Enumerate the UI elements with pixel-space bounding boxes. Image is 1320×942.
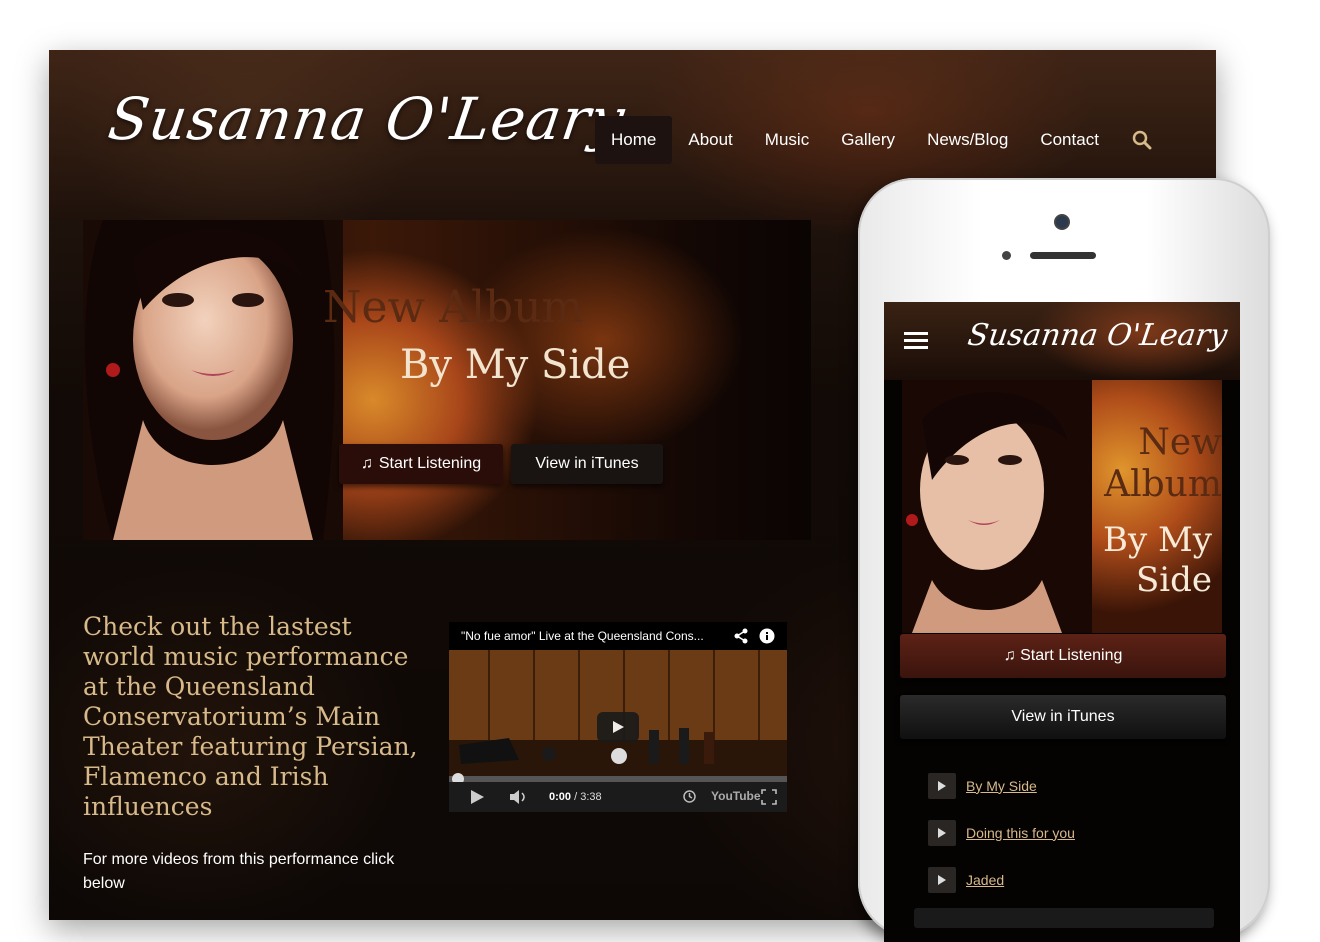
main-nav: Home About Music Gallery News/Blog Conta… xyxy=(595,116,1157,164)
mobile-album-name: By My Side xyxy=(1102,520,1212,600)
mobile-footer-bar xyxy=(914,908,1214,928)
nav-gallery[interactable]: Gallery xyxy=(825,116,911,164)
youtube-video-player[interactable]: "No fue amor" Live at the Queensland Con… xyxy=(449,622,787,812)
view-in-itunes-button[interactable]: View in iTunes xyxy=(511,444,663,484)
play-icon[interactable] xyxy=(928,819,956,846)
mobile-album-title: New Album xyxy=(1104,422,1222,505)
album-name: By My Side xyxy=(400,342,631,388)
mobile-logo[interactable]: Susanna O'Leary xyxy=(966,318,1230,353)
nav-contact[interactable]: Contact xyxy=(1024,116,1115,164)
volume-icon[interactable] xyxy=(509,789,529,808)
site-logo[interactable]: Susanna O'Leary xyxy=(104,85,629,153)
share-icon[interactable] xyxy=(733,628,749,649)
video-current-time: 0:00 xyxy=(549,791,572,803)
album-title: New Album xyxy=(323,282,584,333)
video-title-text: "No fue amor" Live at the Queensland Con… xyxy=(461,629,704,643)
phone-camera xyxy=(1056,216,1068,228)
fullscreen-icon[interactable] xyxy=(761,789,777,808)
mobile-start-listening-button[interactable]: ♫ Start Listening xyxy=(900,634,1226,678)
track-item[interactable]: Jaded xyxy=(928,856,1075,903)
menu-icon[interactable] xyxy=(904,332,928,350)
start-listening-button[interactable]: ♫ Start Listening xyxy=(339,444,503,484)
play-icon[interactable] xyxy=(928,866,956,893)
nav-news-blog[interactable]: News/Blog xyxy=(911,116,1024,164)
mobile-site-screen: Susanna O'Leary New Album By My Side ♫ S… xyxy=(884,302,1240,942)
track-item[interactable]: Doing this for you xyxy=(928,809,1075,856)
nav-music[interactable]: Music xyxy=(749,116,825,164)
mobile-album-hero: New Album By My Side xyxy=(902,380,1222,633)
promo-headline: Check out the lastest world music perfor… xyxy=(83,612,418,821)
play-overlay-icon[interactable] xyxy=(597,712,639,742)
track-title[interactable]: Jaded xyxy=(966,872,1004,888)
mobile-header: Susanna O'Leary xyxy=(884,302,1240,380)
nav-home[interactable]: Home xyxy=(595,116,673,164)
video-duration: / 3:38 xyxy=(574,791,602,803)
play-icon[interactable] xyxy=(928,772,956,799)
start-listening-label: Start Listening xyxy=(378,455,482,472)
music-note-icon: ♫ xyxy=(360,455,373,472)
play-icon[interactable] xyxy=(469,789,485,808)
mobile-artist-portrait xyxy=(902,380,1092,633)
album-hero-banner: New Album By My Side ♫ Start Listening Vi… xyxy=(83,220,811,540)
phone-sensor xyxy=(1002,251,1011,260)
youtube-logo[interactable]: YouTube xyxy=(711,789,761,803)
video-controls: 0:00 / 3:38 YouTube xyxy=(449,782,787,812)
track-title[interactable]: By My Side xyxy=(966,778,1037,794)
mobile-view-in-itunes-button[interactable]: View in iTunes xyxy=(900,695,1226,739)
video-time: 0:00 / 3:38 xyxy=(549,791,602,803)
track-list: By My Side Doing this for you Jaded xyxy=(928,762,1075,903)
video-thumbnail[interactable] xyxy=(449,650,787,776)
phone-mockup: Susanna O'Leary New Album By My Side ♫ S… xyxy=(858,178,1270,942)
phone-speaker xyxy=(1030,252,1096,259)
promo-note: For more videos from this performance cl… xyxy=(83,851,395,892)
search-icon[interactable] xyxy=(1127,116,1157,164)
track-title[interactable]: Doing this for you xyxy=(966,825,1075,841)
info-icon[interactable] xyxy=(759,628,775,649)
mobile-start-listening-label: Start Listening xyxy=(1020,647,1123,664)
music-note-icon: ♫ xyxy=(1003,647,1016,664)
track-item[interactable]: By My Side xyxy=(928,762,1075,809)
watch-later-icon[interactable] xyxy=(683,790,696,806)
artist-portrait xyxy=(83,220,343,540)
nav-about[interactable]: About xyxy=(672,116,748,164)
